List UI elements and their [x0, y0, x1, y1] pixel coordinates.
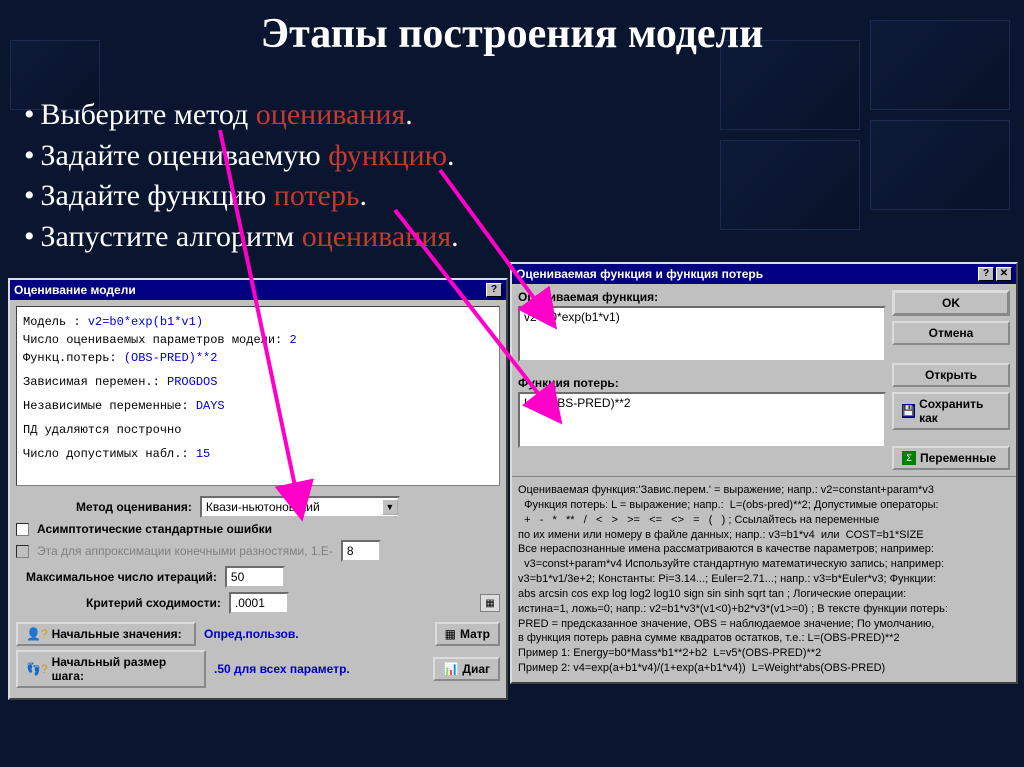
bullet-4: Запустите алгоритм оценивания. — [24, 217, 459, 258]
win2-titlebar[interactable]: Оцениваемая функция и функция потерь ? ✕ — [512, 264, 1016, 284]
help-icon[interactable]: ? — [486, 283, 502, 297]
grid-icon: ▦ — [445, 627, 456, 641]
bullet-2: Задайте оцениваемую функцию. — [24, 136, 459, 177]
bullet-3: Задайте функцию потерь. — [24, 176, 459, 217]
step-size-button[interactable]: 👣? Начальный размер шага: — [16, 650, 206, 688]
win1-title: Оценивание модели — [14, 283, 136, 297]
checkbox-asymptotic-label: Асимптотические стандартные ошибки — [37, 522, 272, 536]
sigma-icon: Σ — [902, 451, 916, 465]
help-text: Оцениваемая функция:'Завис.перем.' = выр… — [512, 476, 1016, 682]
chevron-down-icon: ▼ — [382, 499, 398, 515]
matrix-button[interactable]: ▦ Матр — [435, 622, 500, 646]
save-as-button[interactable]: 💾 Сохранить как — [892, 392, 1010, 430]
iterations-label: Максимальное число итераций: — [26, 570, 217, 584]
method-dropdown[interactable]: Квази-ньютоновский ▼ — [200, 496, 400, 518]
convergence-input[interactable]: .0001 — [229, 592, 289, 614]
person-icon: 👣? — [26, 662, 48, 676]
step-size-value: .50 для всех параметр. — [214, 662, 350, 676]
convergence-label: Критерий сходимости: — [86, 596, 221, 610]
checkbox-eta-label: Эта для аппроксимации конечными разностя… — [37, 544, 333, 558]
bullet-list: Выберите метод оценивания. Задайте оцени… — [24, 95, 459, 257]
win2-title: Оцениваемая функция и функция потерь — [516, 267, 763, 281]
ok-button[interactable]: OK — [892, 290, 1010, 316]
person-icon: 👤? — [26, 627, 48, 641]
estimated-function-input[interactable]: v2=b0*exp(b1*v1) — [518, 306, 886, 362]
floppy-icon: 💾 — [902, 404, 915, 418]
bullet-1: Выберите метод оценивания. — [24, 95, 459, 136]
win1-titlebar[interactable]: Оценивание модели ? — [10, 280, 506, 300]
method-value: Квази-ньютоновский — [206, 500, 320, 514]
model-info-panel: Модель : v2=b0*exp(b1*v1) Число оценивае… — [16, 306, 500, 486]
grid-icon[interactable]: ▦ — [480, 594, 500, 612]
variables-button[interactable]: Σ Переменные — [892, 446, 1010, 470]
eta-value[interactable]: 8 — [341, 540, 381, 562]
loss-function-label: Функция потерь: — [518, 376, 886, 390]
close-icon[interactable]: ✕ — [996, 267, 1012, 281]
open-button[interactable]: Открыть — [892, 363, 1010, 387]
chart-icon: 📊 — [443, 662, 458, 676]
diagram-button[interactable]: 📊 Диаг — [433, 657, 500, 681]
initial-values-button[interactable]: 👤? Начальные значения: — [16, 622, 196, 646]
initial-values-value: Опред.пользов. — [204, 627, 299, 641]
checkbox-eta — [16, 545, 29, 558]
cancel-button[interactable]: Отмена — [892, 321, 1010, 345]
method-label: Метод оценивания: — [76, 500, 192, 514]
estimated-function-label: Оцениваемая функция: — [518, 290, 886, 304]
slide-title: Этапы построения модели — [0, 10, 1024, 58]
checkbox-asymptotic[interactable] — [16, 523, 29, 536]
loss-function-input[interactable]: L = (OBS-PRED)**2 — [518, 392, 886, 448]
iterations-input[interactable]: 50 — [225, 566, 285, 588]
help-icon[interactable]: ? — [978, 267, 994, 281]
